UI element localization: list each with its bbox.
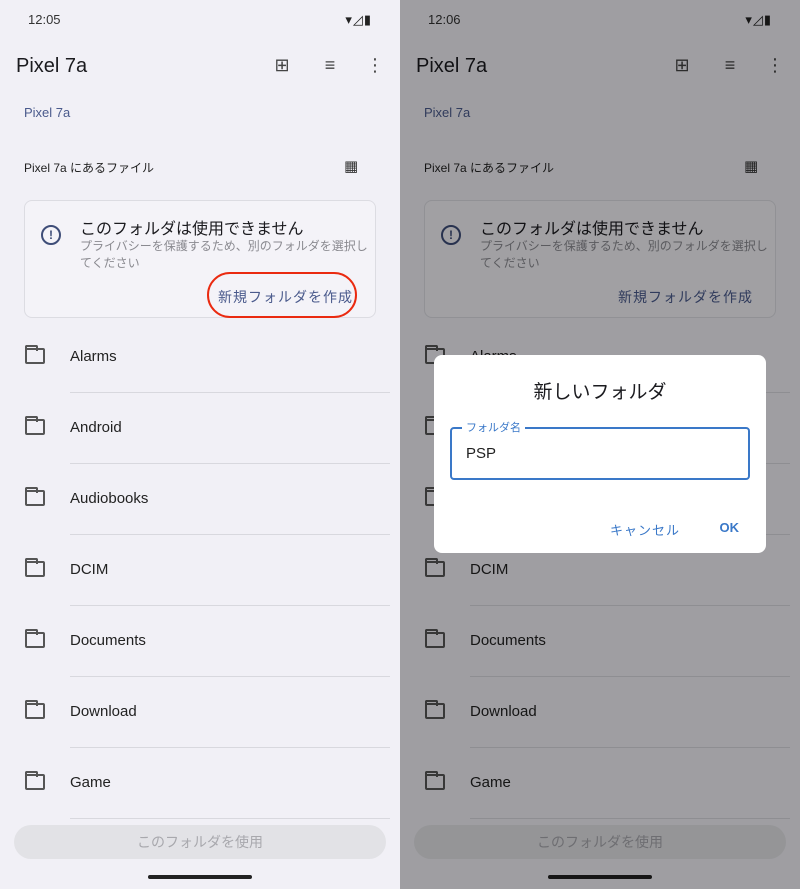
notice-description: プライバシーを保護するため、別のフォルダを選択してください [80,239,368,270]
divider [70,818,390,819]
status-time: 12:05 [28,12,61,27]
folder-list: Alarms Android Audiobooks DCIM Documents Down… [0,322,400,819]
info-icon: ! [41,225,61,245]
screen-after: 12:06 ▾◿▮ Pixel 7a ⊞ ≡ ⋮ Pixel 7a Pixel … [400,0,800,889]
folder-name: Audiobooks [70,490,149,507]
more-icon[interactable]: ⋮ [363,55,387,76]
folder-icon [25,416,45,435]
folder-item[interactable]: Download [0,677,400,748]
field-value[interactable]: PSP [466,445,496,462]
folder-name: Android [70,419,122,436]
folder-name-input[interactable]: フォルダ名 PSP [450,419,750,480]
cancel-button[interactable]: キャンセル [610,520,680,539]
use-folder-button[interactable]: このフォルダを使用 [14,825,386,859]
folder-icon [25,487,45,506]
folder-icon [25,700,45,719]
folder-name: Download [70,703,137,720]
screen-before: 12:05 ▾◿▮ Pixel 7a ⊞ ≡ ⋮ Pixel 7a Pixel … [0,0,400,889]
folder-icon [25,771,45,790]
home-indicator[interactable] [148,875,252,879]
folder-icon [25,558,45,577]
folder-item[interactable]: Documents [0,606,400,677]
folder-item[interactable]: Audiobooks [0,464,400,535]
section-label: Pixel 7a にあるファイル [24,161,155,175]
grid-view-icon[interactable]: ▦ [344,157,358,175]
new-folder-icon[interactable]: ⊞ [270,55,294,76]
folder-name: Documents [70,632,146,649]
field-label: フォルダ名 [462,419,525,435]
folder-item[interactable]: Alarms [0,322,400,393]
folder-icon [25,629,45,648]
sort-icon[interactable]: ≡ [318,55,342,76]
highlight-circle [207,272,357,318]
new-folder-dialog: 新しいフォルダ フォルダ名 PSP キャンセル OK [434,355,766,553]
notice-heading: このフォルダは使用できません [80,221,304,238]
dialog-title: 新しいフォルダ [533,382,667,403]
folder-item[interactable]: Game [0,748,400,819]
folder-item[interactable]: Android [0,393,400,464]
breadcrumb[interactable]: Pixel 7a [24,105,70,120]
folder-item[interactable]: DCIM [0,535,400,606]
folder-name: Game [70,774,111,791]
notice-card: ! このフォルダは使用できません プライバシーを保護するため、別のフォルダを選択… [24,200,376,318]
folder-icon [25,345,45,364]
folder-name: Alarms [70,348,117,365]
status-icons: ▾◿▮ [345,12,372,27]
folder-name: DCIM [70,561,109,578]
page-title: Pixel 7a [16,55,88,77]
ok-button[interactable]: OK [720,520,740,535]
